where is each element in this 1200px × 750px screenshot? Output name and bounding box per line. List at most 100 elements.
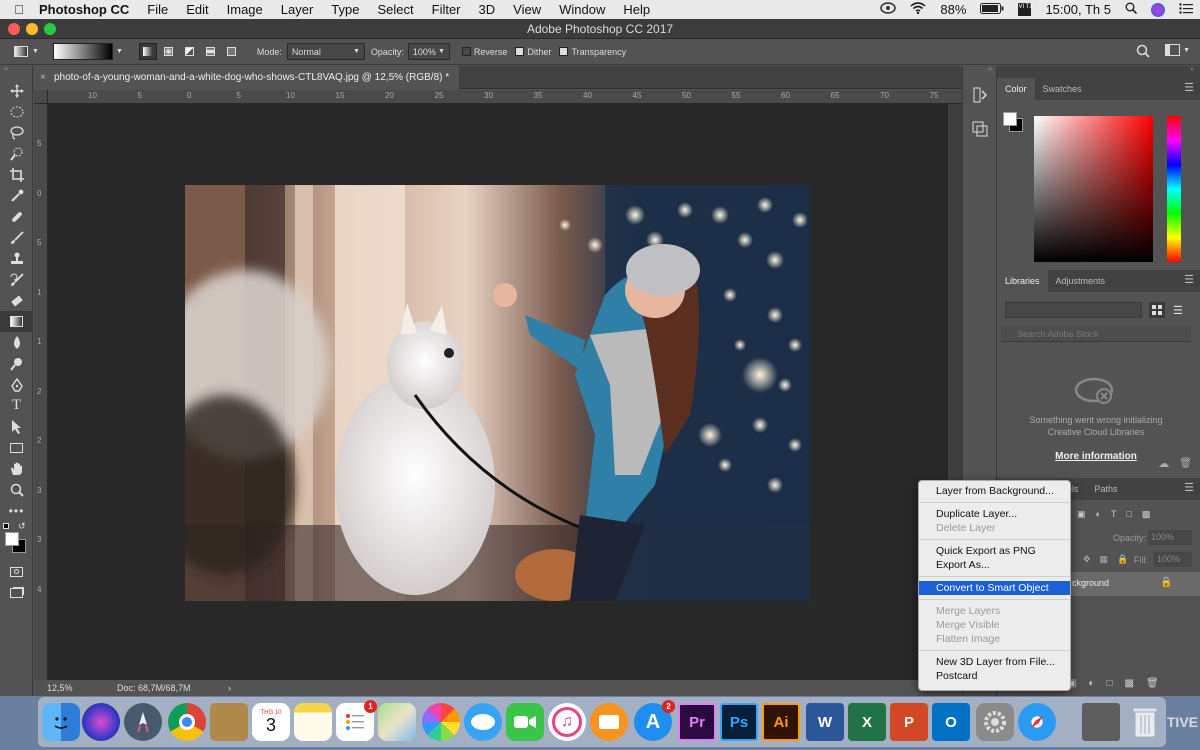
panel-menu-icon[interactable]: ☰ <box>1184 273 1194 286</box>
menu-type[interactable]: Type <box>322 2 368 17</box>
tab-adjustments[interactable]: Adjustments <box>1048 270 1114 292</box>
zoom-level[interactable]: 12,5% <box>47 681 73 696</box>
type-tool-icon[interactable]: T <box>0 395 33 416</box>
itunes-icon[interactable]: ♫ <box>548 703 586 741</box>
input-source-badge[interactable]: VI TX <box>1018 3 1033 16</box>
history-brush-tool-icon[interactable] <box>0 269 33 290</box>
ruler-origin[interactable] <box>34 90 48 104</box>
wifi-icon[interactable] <box>910 2 926 17</box>
adjustment-filter-icon[interactable]: ◐ <box>1096 509 1101 520</box>
delete-layer-icon[interactable]: 🗑 <box>1146 678 1159 689</box>
menu-app-name[interactable]: Photoshop CC <box>30 2 138 17</box>
illustrator-icon[interactable]: Ai <box>762 703 800 741</box>
chrome-icon[interactable] <box>168 703 206 741</box>
eraser-tool-icon[interactable] <box>0 290 33 311</box>
angle-gradient-button[interactable] <box>181 43 199 60</box>
brush-tool-icon[interactable] <box>0 227 33 248</box>
document-image[interactable] <box>185 185 810 601</box>
stock-search-field[interactable]: Search Adobe Stock <box>1001 326 1191 342</box>
app-store-icon[interactable]: A 2 <box>634 700 675 741</box>
lock-position-icon[interactable]: ✥ <box>1083 554 1091 565</box>
screen-mode-icon[interactable] <box>0 582 33 603</box>
color-picker-field[interactable] <box>1034 116 1153 262</box>
panel-collapse-icon[interactable]: » <box>997 66 1200 78</box>
premiere-pro-icon[interactable]: Pr <box>678 703 716 741</box>
spotlight-icon[interactable] <box>1125 2 1138 17</box>
layer-fill-field[interactable]: 100% <box>1154 552 1192 567</box>
contacts-book-icon[interactable] <box>210 703 248 741</box>
opacity-field[interactable]: 100% ▼ <box>407 43 450 60</box>
gradient-tool-icon[interactable] <box>0 311 33 332</box>
new-layer-icon[interactable]: ▩ <box>1125 678 1134 689</box>
menu-edit[interactable]: Edit <box>177 2 217 17</box>
menu-item-new-3d-layer-from-file[interactable]: New 3D Layer from File... <box>919 655 1070 669</box>
mode-select[interactable]: Normal ▼ <box>286 43 365 60</box>
library-select[interactable] <box>1005 302 1142 318</box>
dodge-tool-icon[interactable] <box>0 353 33 374</box>
quick-selection-tool-icon[interactable] <box>0 143 33 164</box>
quick-mask-icon[interactable] <box>0 561 33 582</box>
reverse-checkbox[interactable]: Reverse <box>461 47 507 57</box>
launchpad-icon[interactable] <box>124 703 162 741</box>
pixel-filter-icon[interactable]: ▣ <box>1077 509 1086 520</box>
tab-paths[interactable]: Paths <box>1087 478 1126 500</box>
tab-swatches[interactable]: Swatches <box>1035 78 1090 100</box>
shape-filter-icon[interactable]: □ <box>1126 509 1131 520</box>
menu-item-quick-export-png[interactable]: Quick Export as PNG <box>919 544 1070 558</box>
chevron-down-icon[interactable]: ▼ <box>116 48 123 55</box>
menu-item-export-as[interactable]: Export As... <box>919 558 1070 572</box>
gradient-editor[interactable]: ▼ <box>52 43 123 60</box>
powerpoint-icon[interactable]: P <box>890 703 928 741</box>
tab-libraries[interactable]: Libraries <box>997 270 1048 292</box>
menu-file[interactable]: File <box>138 2 177 17</box>
menu-layer[interactable]: Layer <box>272 2 323 17</box>
panel-collapse-icon[interactable]: » <box>963 66 996 78</box>
path-selection-tool-icon[interactable] <box>0 416 33 437</box>
minimize-window-button[interactable] <box>26 23 38 35</box>
eyedropper-tool-icon[interactable] <box>0 185 33 206</box>
dither-checkbox[interactable]: Dither <box>515 47 551 57</box>
calendar-icon[interactable]: THG 10 3 <box>252 703 290 741</box>
menu-window[interactable]: Window <box>550 2 614 17</box>
facetime-icon[interactable] <box>506 703 544 741</box>
lasso-tool-icon[interactable] <box>0 122 33 143</box>
reflected-gradient-button[interactable] <box>202 43 220 60</box>
apple-menu-icon[interactable]:  <box>8 2 30 17</box>
finder-icon[interactable] <box>42 703 80 741</box>
lock-artboard-icon[interactable]: ▦ <box>1100 554 1109 565</box>
word-icon[interactable]: W <box>806 703 844 741</box>
notification-center-icon[interactable] <box>1179 2 1193 17</box>
tool-preset-picker[interactable]: ▼ <box>14 46 39 57</box>
workspace-switcher[interactable]: ▼ <box>1165 44 1190 56</box>
more-tools-icon[interactable]: ••• <box>0 500 33 521</box>
menu-item-postcard[interactable]: Postcard <box>919 669 1070 683</box>
marquee-tool-icon[interactable] <box>0 101 33 122</box>
downloads-stack-icon[interactable] <box>1082 703 1120 741</box>
notes-icon[interactable] <box>294 703 332 741</box>
messages-icon[interactable] <box>464 703 502 741</box>
diamond-gradient-button[interactable] <box>223 43 241 60</box>
menu-view[interactable]: View <box>504 2 550 17</box>
linear-gradient-button[interactable] <box>138 43 157 60</box>
clock[interactable]: 15:00, Th 5 <box>1045 2 1111 17</box>
list-view-icon[interactable]: ☰ <box>1173 304 1183 317</box>
search-icon[interactable] <box>1136 44 1150 60</box>
healing-brush-tool-icon[interactable] <box>0 206 33 227</box>
new-group-icon[interactable]: □ <box>1107 678 1113 689</box>
reminders-icon[interactable]: 1 <box>336 700 377 741</box>
menu-item-duplicate-layer[interactable]: Duplicate Layer... <box>919 507 1070 521</box>
tab-color[interactable]: Color <box>997 78 1035 100</box>
menu-filter[interactable]: Filter <box>423 2 470 17</box>
lock-all-icon[interactable]: 🔒 <box>1117 554 1128 565</box>
gradient-preview[interactable] <box>52 43 113 60</box>
menu-help[interactable]: Help <box>614 2 659 17</box>
hue-slider[interactable] <box>1167 116 1181 262</box>
pen-tool-icon[interactable] <box>0 374 33 395</box>
zoom-window-button[interactable] <box>44 23 56 35</box>
crop-tool-icon[interactable] <box>0 164 33 185</box>
close-window-button[interactable] <box>8 23 20 35</box>
outlook-icon[interactable]: O <box>932 703 970 741</box>
trash-icon[interactable] <box>1126 703 1164 741</box>
chevron-right-icon[interactable]: › <box>228 681 231 696</box>
new-adjustment-icon[interactable]: ◐ <box>1088 678 1094 689</box>
